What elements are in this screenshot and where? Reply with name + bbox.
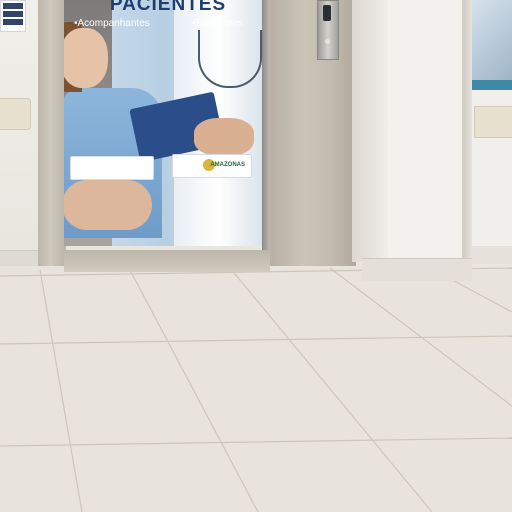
door-wrap-subtitle-right: •Servidores: [192, 18, 244, 29]
wall-handrail-right: [474, 106, 512, 138]
wall-handrail-left: [0, 98, 31, 130]
elevator-threshold: [64, 250, 270, 272]
government-logo: AMAZONAS: [172, 154, 252, 178]
right-wall: [388, 0, 468, 262]
indicator-light-icon: [325, 39, 330, 44]
child-face: [64, 28, 108, 88]
tiled-floor: [0, 266, 512, 512]
stethoscope-icon: [198, 30, 262, 88]
elevator-call-button[interactable]: [323, 5, 331, 21]
embracing-arms: [64, 180, 152, 230]
hospital-logo: [70, 156, 154, 180]
wall-corner: [352, 0, 392, 262]
doctor-hand: [194, 118, 254, 156]
door-wrap-title: PACIENTES: [109, 0, 227, 15]
granite-frame-right: [270, 0, 356, 270]
government-logo-text: AMAZONAS: [210, 162, 245, 168]
baseboard-right: [362, 258, 472, 281]
granite-frame-left: [38, 0, 66, 270]
baseboard-far: [472, 246, 512, 264]
wall-poster: [472, 0, 512, 90]
elevator-door: PACIENTES •Acompanhantes •Servidores AMA…: [64, 0, 264, 246]
door-wrap-subtitle-left: •Acompanhantes: [74, 18, 150, 29]
hospital-corridor-scene: PACIENTES •Acompanhantes •Servidores AMA…: [0, 0, 512, 512]
floor-tile-grid: [0, 267, 512, 512]
elevator-call-panel[interactable]: [317, 0, 339, 60]
left-wall: [0, 0, 40, 270]
wall-sign: [0, 0, 26, 32]
